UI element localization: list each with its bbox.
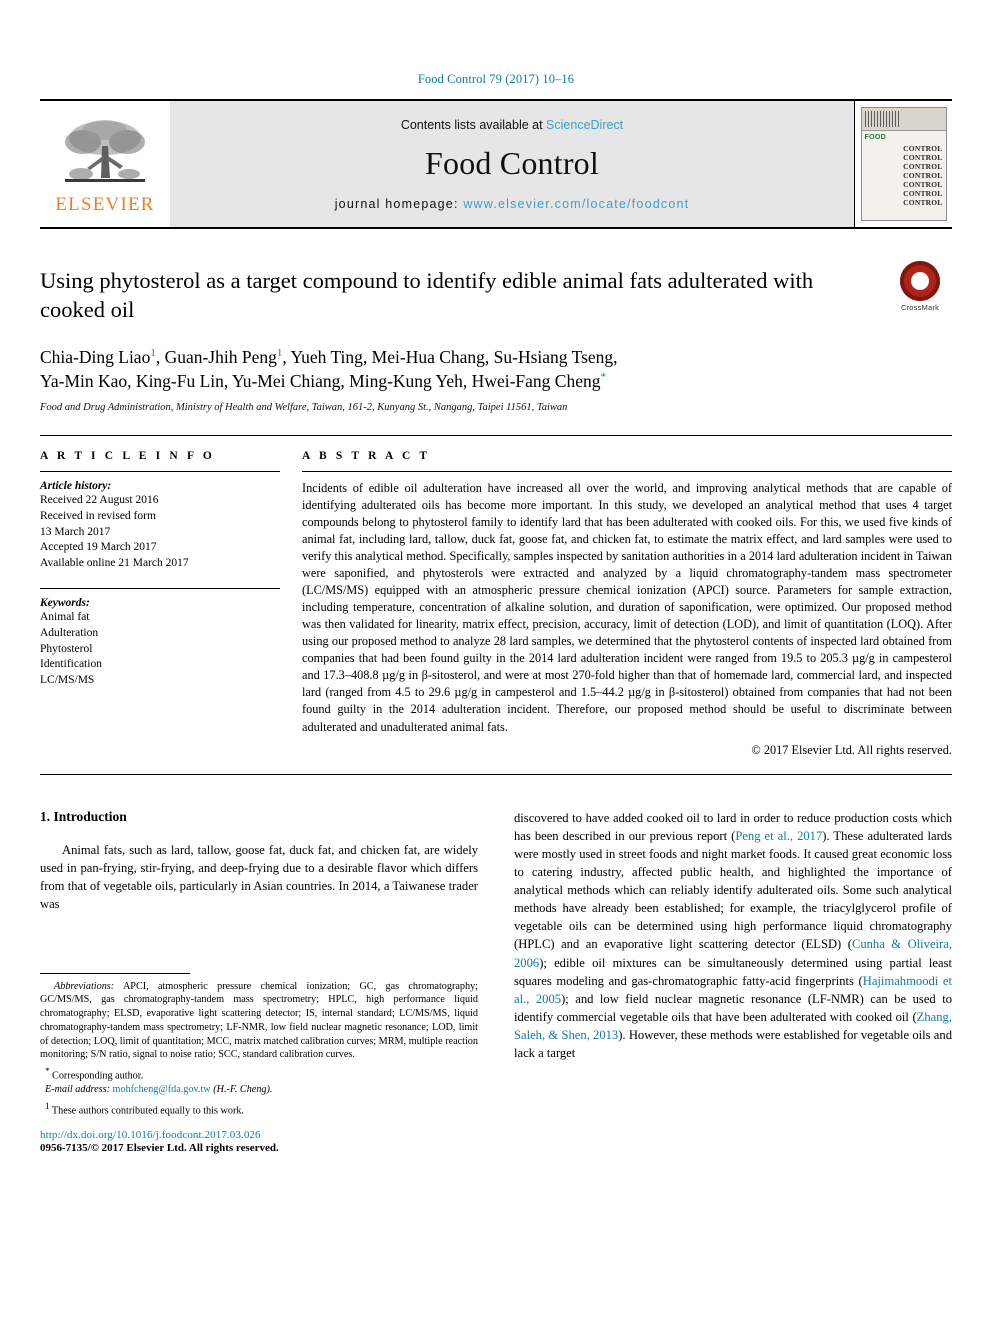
- author-name: Chia-Ding Liao: [40, 346, 151, 367]
- introduction-heading: 1. Introduction: [40, 808, 127, 824]
- author-list: Chia-Ding Liao1, Guan-Jhih Peng1, Yueh T…: [40, 345, 830, 395]
- cover-line: CONTROL: [903, 152, 943, 162]
- corresponding-author-mark[interactable]: *: [600, 372, 606, 384]
- abstract-text: Incidents of edible oil adulteration hav…: [302, 481, 952, 734]
- corresponding-author-text: Corresponding author.: [52, 1070, 144, 1082]
- journal-homepage-line: journal homepage: www.elsevier.com/locat…: [335, 197, 690, 211]
- contents-available-line: Contents lists available at ScienceDirec…: [401, 118, 623, 132]
- article-history-label: Article history:: [40, 480, 112, 493]
- cover-line: CONTROL: [903, 170, 943, 180]
- page-footer: http://dx.doi.org/10.1016/j.foodcont.201…: [40, 1129, 478, 1154]
- contents-prefix: Contents lists available at: [400, 117, 547, 132]
- body-column-right: discovered to have added cooked oil to l…: [514, 809, 952, 1063]
- history-item: Received in revised form: [40, 509, 156, 522]
- keyword-item: Adulteration: [40, 627, 99, 640]
- elsevier-logo: ELSEVIER: [40, 101, 170, 227]
- introduction-paragraph-left: Animal fats, such as lard, tallow, goose…: [40, 842, 478, 911]
- equal-contribution-footnote: 1 These authors contributed equally to t…: [40, 1100, 478, 1118]
- cover-food-label: FOOD: [864, 134, 886, 141]
- corresponding-star-mark: *: [45, 1066, 50, 1077]
- article-info-column: A R T I C L E I N F O Article history: R…: [40, 450, 280, 757]
- keyword-item: Animal fat: [40, 611, 90, 624]
- journal-title: Food Control: [425, 144, 599, 181]
- masthead-center: Contents lists available at ScienceDirec…: [170, 101, 854, 227]
- history-item: Received 22 August 2016: [40, 494, 159, 507]
- body-column-left: 1. Introduction Animal fats, such as lar…: [40, 808, 478, 1154]
- author-names-rest: , Yueh Ting, Mei-Hua Chang, Su-Hsiang Ts…: [282, 346, 618, 367]
- footnote-divider: [40, 972, 190, 974]
- equal-contribution-text: These authors contributed equally to thi…: [51, 1105, 244, 1117]
- abbreviations-label: Abbreviations:: [54, 980, 115, 992]
- elsevier-tree-icon: [65, 120, 145, 182]
- keyword-item: Phytosterol: [40, 642, 93, 655]
- cover-line: CONTROL: [903, 179, 943, 189]
- info-abstract-band: A R T I C L E I N F O Article history: R…: [40, 435, 952, 775]
- journal-masthead: ELSEVIER Contents lists available at Sci…: [40, 99, 952, 229]
- author-names-second-line: Ya-Min Kao, King-Fu Lin, Yu-Mei Chiang, …: [40, 371, 601, 392]
- history-item: Accepted 19 March 2017: [40, 541, 157, 554]
- email-label: E-mail address:: [45, 1084, 110, 1096]
- keyword-item: Identification: [40, 658, 102, 671]
- cover-title-lines: CONTROL CONTROL CONTROL CONTROL CONTROL …: [862, 131, 946, 220]
- divider: [302, 471, 952, 473]
- abstract-column: A B S T R A C T Incidents of edible oil …: [302, 450, 952, 757]
- crossmark-icon: [900, 261, 940, 301]
- elsevier-wordmark: ELSEVIER: [55, 194, 155, 215]
- divider: [40, 588, 280, 590]
- sciencedirect-link[interactable]: ScienceDirect: [546, 118, 623, 132]
- history-item: Available online 21 March 2017: [40, 556, 189, 569]
- cover-image: FOOD CONTROL CONTROL CONTROL CONTROL CON…: [860, 107, 947, 221]
- homepage-prefix: journal homepage:: [334, 196, 464, 211]
- title-block: Using phytosterol as a target compound t…: [40, 261, 952, 414]
- keyword-item: LC/MS/MS: [40, 673, 95, 686]
- article-page: Food Control 79 (2017) 10–16 ELSEVIER Co…: [0, 0, 992, 1323]
- page-title: Using phytosterol as a target compound t…: [40, 268, 814, 322]
- intro-text-part: ). These adulterated lards were mostly u…: [514, 828, 952, 952]
- abstract-copyright: © 2017 Elsevier Ltd. All rights reserved…: [751, 742, 952, 757]
- keywords-label: Keywords:: [40, 597, 90, 610]
- cover-line: CONTROL: [903, 143, 943, 153]
- history-item: 13 March 2017: [40, 525, 111, 538]
- running-head: Food Control 79 (2017) 10–16: [417, 72, 575, 86]
- equal-contribution-mark: 1: [45, 1101, 50, 1112]
- citation-link[interactable]: Peng et al., 2017: [735, 829, 822, 843]
- affiliation: Food and Drug Administration, Ministry o…: [40, 402, 568, 414]
- homepage-url-link[interactable]: www.elsevier.com/locate/foodcont: [463, 197, 689, 211]
- abbreviations-text: APCI, atmospheric pressure chemical ioni…: [40, 980, 478, 1061]
- email-footnote: E-mail address: mohfcheng@fda.gov.tw (H.…: [45, 1083, 478, 1097]
- abbreviations-footnote: Abbreviations: APCI, atmospheric pressur…: [40, 980, 478, 1063]
- abstract-heading: A B S T R A C T: [302, 450, 431, 463]
- footnotes-block: Abbreviations: APCI, atmospheric pressur…: [40, 972, 478, 1119]
- author-separator: , Guan-Jhih Peng: [155, 346, 277, 367]
- journal-cover-thumbnail: FOOD CONTROL CONTROL CONTROL CONTROL CON…: [854, 101, 952, 227]
- email-address-link[interactable]: mohfcheng@fda.gov.tw: [110, 1084, 211, 1095]
- corresponding-author-footnote: * Corresponding author. E-mail address: …: [40, 1065, 478, 1097]
- cover-line: CONTROL: [903, 197, 943, 207]
- email-suffix: (H.-F. Cheng).: [210, 1084, 273, 1096]
- body-columns: 1. Introduction Animal fats, such as lar…: [40, 808, 952, 1154]
- divider: [40, 471, 280, 473]
- introduction-paragraph-right: discovered to have added cooked oil to l…: [514, 809, 952, 1063]
- issn-copyright-line: 0956-7135/© 2017 Elsevier Ltd. All right…: [40, 1141, 279, 1154]
- doi-link[interactable]: http://dx.doi.org/10.1016/j.foodcont.201…: [40, 1129, 478, 1141]
- cover-line: CONTROL: [903, 188, 943, 198]
- article-info-heading: A R T I C L E I N F O: [40, 450, 215, 463]
- crossmark-badge[interactable]: CrossMark: [888, 261, 952, 312]
- cover-topbar: [861, 108, 946, 131]
- intro-text-part: ); and low field nuclear magnetic resona…: [514, 991, 952, 1024]
- cover-line: CONTROL: [903, 161, 943, 171]
- crossmark-label: CrossMark: [900, 303, 940, 312]
